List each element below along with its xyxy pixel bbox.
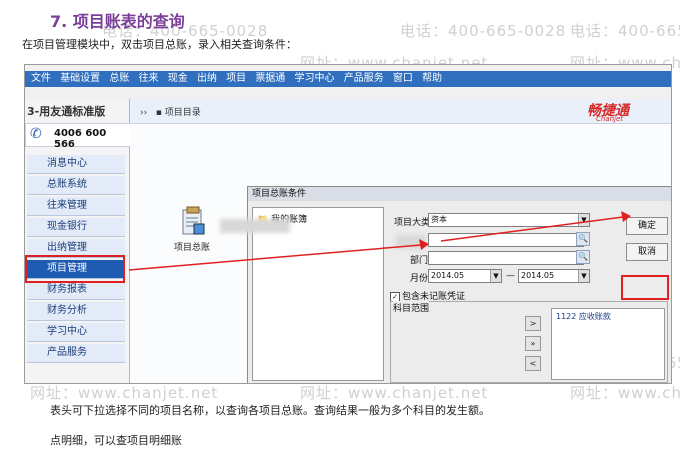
watermark-site: 网址：www.chanjet.net <box>570 384 680 402</box>
intro-text: 在项目管理模块中，双击项目总账，录入相关查询条件： <box>22 38 297 51</box>
software-screenshot: 文件 基础设置 总账 往来 现金 出纳 项目 票据通 学习中心 产品服务 窗口 … <box>24 64 672 384</box>
page-title: 7. 项目账表的查询 <box>50 12 185 31</box>
watermark-site: 网址：www.chanjet.net <box>300 384 489 402</box>
arrowhead <box>621 211 631 222</box>
watermark-site: 网址：www.chanjet.net <box>30 384 219 402</box>
arrow-to-dialog <box>128 244 422 271</box>
red-arrows <box>128 211 631 271</box>
watermark-phone: 电话：400-665-0028 <box>570 22 680 40</box>
body-text-2: 点明细，可以查项目明细账 <box>50 434 182 447</box>
arrowhead <box>419 239 429 250</box>
arrow-to-ok <box>440 216 624 242</box>
body-text-1: 表头可下拉选择不同的项目名称，以查询各项目总账。查询结果一般为多个科目的发生额。 <box>50 404 490 417</box>
watermark-phone: 电话：400-665-0028 <box>400 22 567 40</box>
